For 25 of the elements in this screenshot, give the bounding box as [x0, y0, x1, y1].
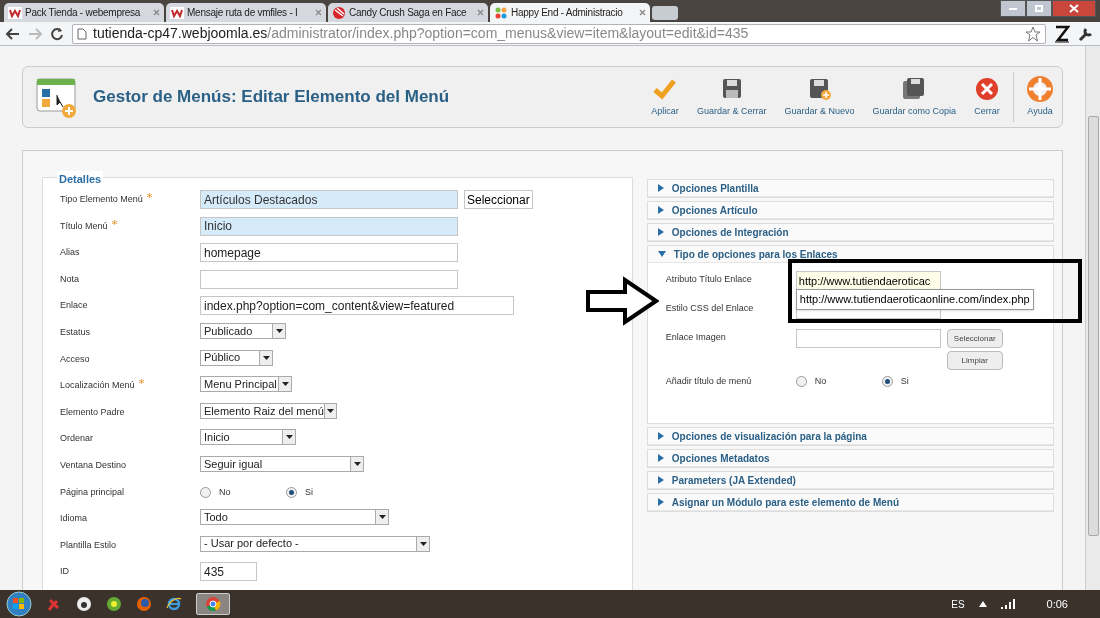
field-label: Tipo Elemento Menú	[60, 193, 143, 206]
url-text: tutienda-cp47.webjoomla.es/administrator/index.php?option=com_menus&view=item&layout=edit&id=435	[93, 24, 750, 43]
field-label: Atributo Título Enlace	[665, 273, 753, 286]
field-label: Estilo CSS del Enlace	[665, 302, 755, 315]
field-label: Alias	[60, 246, 80, 260]
field-label: Ordenar	[60, 432, 94, 446]
radio-label: No	[814, 375, 827, 388]
field-label: Enlace	[60, 299, 88, 313]
field-label: Ventana Destino	[60, 458, 127, 472]
field-label: Título Menú	[60, 219, 108, 233]
field-label: Acceso	[60, 352, 90, 366]
field-label: Página principal	[60, 485, 125, 499]
field-label: Elemento Padre	[60, 405, 125, 419]
field-label: Añadir título de menú	[665, 375, 753, 388]
radio-label: No	[219, 485, 231, 499]
field-label: Estatus	[60, 325, 90, 339]
radio-label: Si	[900, 375, 909, 388]
field-label: ID	[60, 565, 69, 579]
field-label: Plantilla Estilo	[60, 538, 117, 552]
field-label: Enlace Imagen	[665, 331, 727, 344]
page-title: Gestor de Menús: Editar Elemento del Menú	[93, 86, 450, 109]
field-label: Idioma	[60, 512, 87, 526]
field-label: Nota	[60, 272, 79, 286]
radio-label: Si	[305, 485, 313, 499]
field-label: Localización Menú	[60, 379, 135, 393]
